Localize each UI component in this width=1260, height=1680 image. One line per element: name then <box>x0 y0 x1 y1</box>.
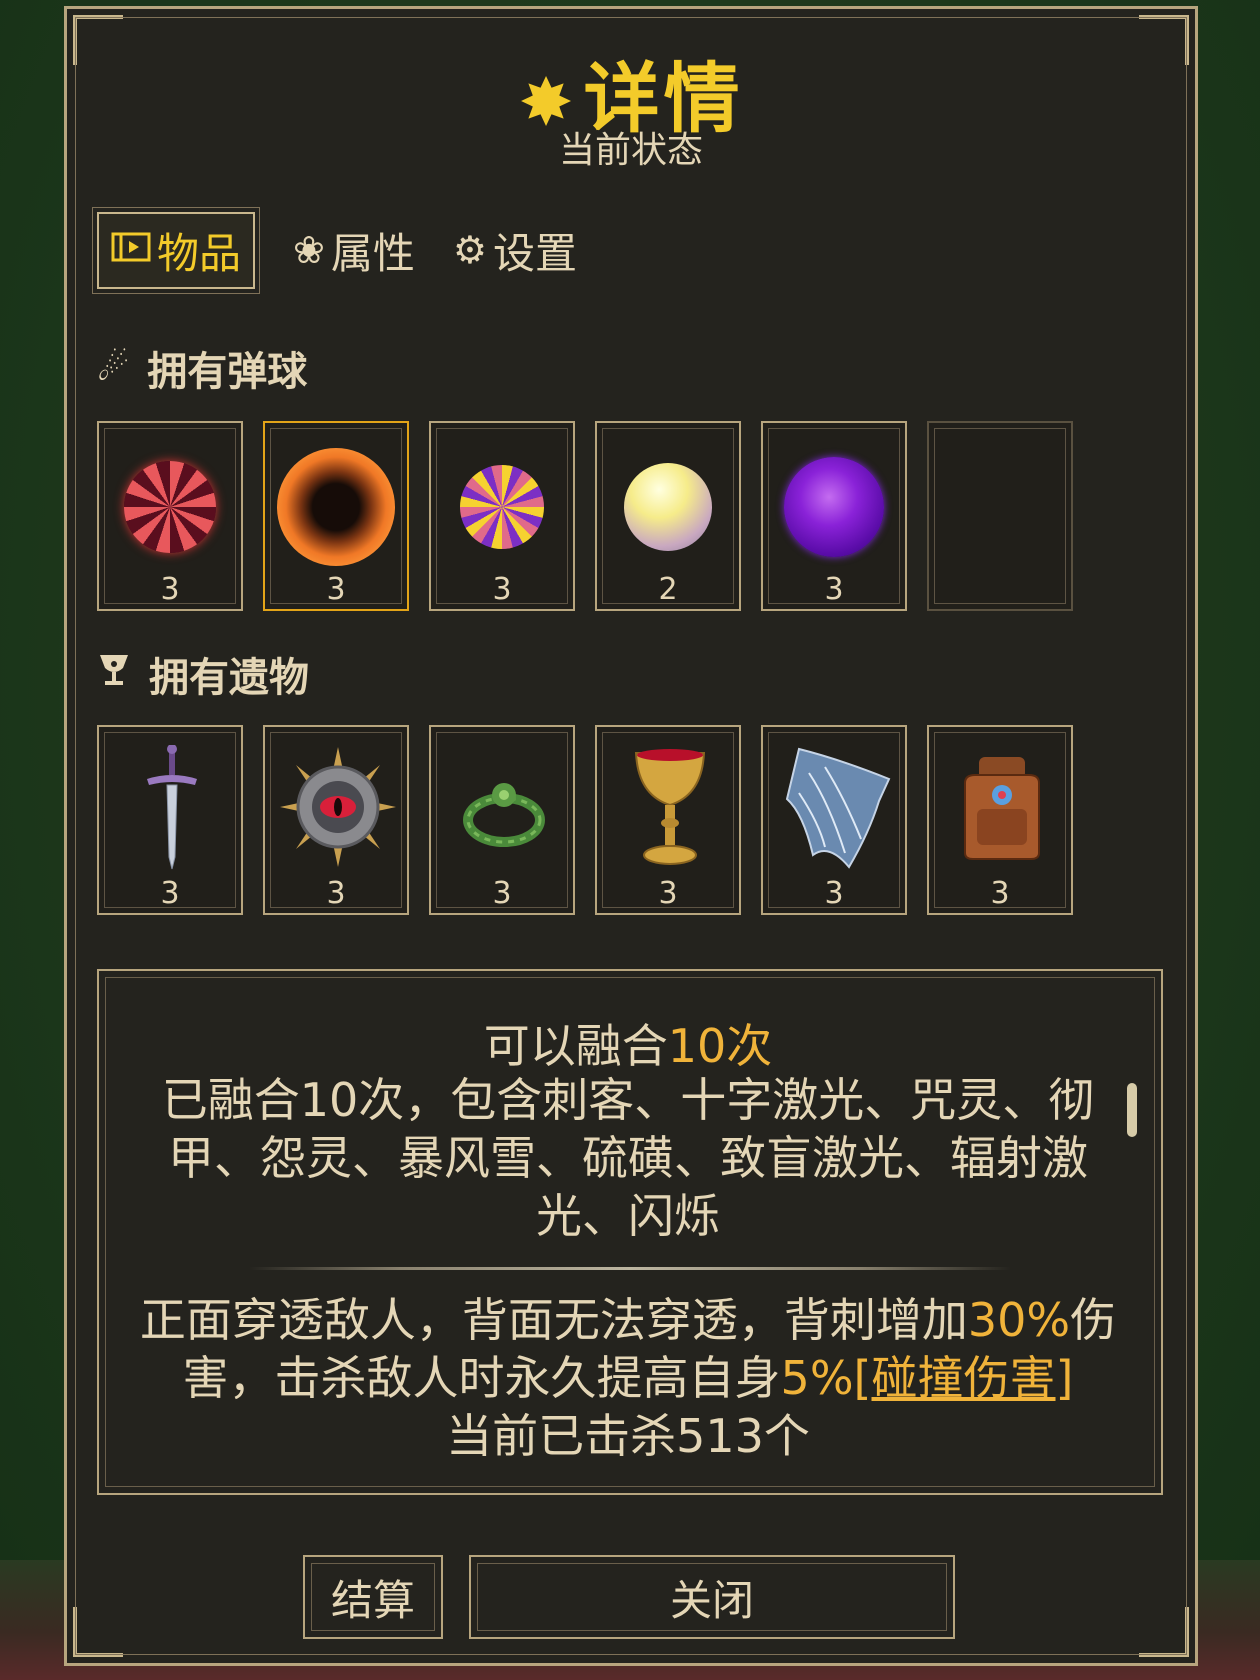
effect-value: 30% <box>967 1293 1071 1347</box>
kills-text: 当前已击杀513个 <box>446 1409 810 1463</box>
pale-yellow-orb-icon <box>624 463 712 551</box>
ball-slot[interactable]: 3 <box>97 421 243 611</box>
dagger-icon <box>147 745 197 870</box>
red-spiral-orb-icon <box>124 461 216 553</box>
section-title: 拥有弹球 <box>147 349 308 395</box>
button-label: 结算 <box>330 1575 415 1625</box>
effect-value: 5% <box>780 1351 854 1405</box>
gear-icon: ⚙ <box>452 228 487 272</box>
divider <box>249 1267 1011 1270</box>
scrollbar[interactable] <box>1127 1083 1137 1137</box>
relic-count: 3 <box>658 876 678 911</box>
page-subtitle: 当前状态 <box>558 130 703 171</box>
relic-slot[interactable]: 3 <box>761 725 907 915</box>
yellow-purple-swirl-orb-icon <box>460 465 544 549</box>
relic-count: 3 <box>326 876 346 911</box>
spiked-eye-shield-icon <box>280 747 396 867</box>
comet-icon: ☄ <box>97 347 130 389</box>
description-box[interactable]: 可以融合10次 已融合10次，包含刺客、十字激光、咒灵、彻甲、怨灵、暴风雪、硫磺… <box>97 969 1163 1495</box>
relic-count: 3 <box>824 876 844 911</box>
tab-items[interactable]: 物品 <box>91 206 261 294</box>
ball-slot[interactable]: 3 <box>263 421 409 611</box>
tab-bar: 物品 ❀ 属性 ⚙ 设置 <box>91 206 615 294</box>
fusion-label: 可以融合 <box>483 1019 668 1073</box>
relic-slot[interactable]: 3 <box>927 725 1073 915</box>
tab-label: 属性 <box>330 228 415 278</box>
orange-ring-orb-icon <box>277 448 395 566</box>
empty-ball-slot[interactable] <box>927 421 1073 611</box>
ball-count: 3 <box>326 572 346 607</box>
relic-count: 3 <box>990 876 1010 911</box>
chalice-icon <box>97 652 131 697</box>
tab-attributes[interactable]: ❀ 属性 <box>293 220 415 281</box>
fused-list-text: 已融合10次，包含刺客、十字激光、咒灵、彻甲、怨灵、暴风雪、硫磺、致盲激光、辐射… <box>161 1073 1095 1243</box>
button-label: 关闭 <box>669 1575 754 1625</box>
tab-label: 物品 <box>157 228 242 278</box>
ball-count: 3 <box>824 572 844 607</box>
blue-cloak-icon <box>785 747 891 869</box>
leather-backpack-icon <box>964 757 1040 860</box>
relic-slot[interactable]: 3 <box>595 725 741 915</box>
ball-count: 2 <box>658 572 678 607</box>
collision-damage-link[interactable]: [碰撞伤害] <box>854 1351 1074 1405</box>
ball-slot[interactable]: 2 <box>595 421 741 611</box>
ball-count: 3 <box>492 572 512 607</box>
close-button[interactable]: 关闭 <box>469 1555 955 1639</box>
fusion-capacity: 可以融合10次 <box>129 1017 1127 1075</box>
details-panel: ✸ 详情 当前状态 物品 ❀ 属性 ⚙ 设置 ☄ 拥有弹球 3 3 3 2 3 … <box>64 6 1198 1666</box>
balls-section-header: ☄ 拥有弹球 <box>97 339 307 397</box>
film-strip-icon <box>111 228 151 272</box>
frame-corner <box>1139 1607 1189 1657</box>
relic-count: 3 <box>492 876 512 911</box>
frame-corner <box>73 1607 123 1657</box>
relic-slot[interactable]: 3 <box>263 725 409 915</box>
tab-label: 设置 <box>492 228 577 278</box>
golden-goblet-icon <box>634 749 706 865</box>
relics-section-header: 拥有遗物 <box>97 645 309 703</box>
purple-orb-icon <box>784 457 884 557</box>
relic-slot[interactable]: 3 <box>97 725 243 915</box>
ball-slot[interactable]: 3 <box>429 421 575 611</box>
section-title: 拥有遗物 <box>149 655 309 701</box>
fusion-count: 10次 <box>667 1019 773 1073</box>
tab-settings[interactable]: ⚙ 设置 <box>453 220 577 281</box>
effect-text-part: 正面穿透敌人，背面无法穿透，背刺增加 <box>139 1293 968 1347</box>
flower-icon: ❀ <box>293 228 325 272</box>
leaf-wreath-icon <box>463 783 545 847</box>
ball-slot[interactable]: 3 <box>761 421 907 611</box>
relic-slot[interactable]: 3 <box>429 725 575 915</box>
ball-count: 3 <box>160 572 180 607</box>
effect-text: 正面穿透敌人，背面无法穿透，背刺增加30%伤害，击杀敌人时永久提高自身5%[碰撞… <box>129 1291 1127 1465</box>
settle-button[interactable]: 结算 <box>303 1555 443 1639</box>
relic-count: 3 <box>160 876 180 911</box>
